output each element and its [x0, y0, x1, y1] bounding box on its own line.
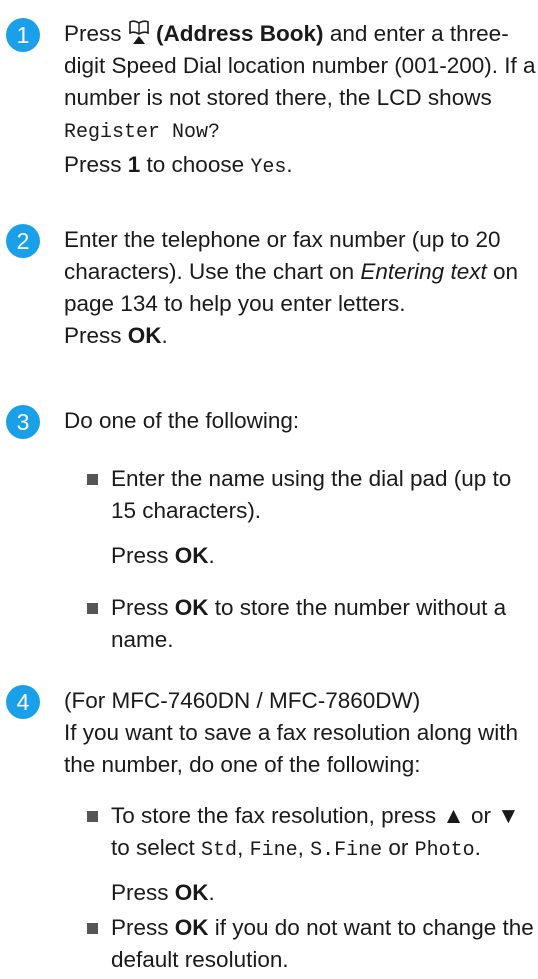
text-press: Press: [111, 880, 175, 905]
text-or: or: [382, 835, 415, 860]
address-book-icon: [128, 20, 149, 44]
text-or: or: [464, 803, 498, 828]
key-ok: OK: [127, 323, 162, 348]
period: .: [208, 543, 215, 568]
step-number-3: 3: [6, 405, 40, 439]
lcd-sfine: S.Fine: [310, 839, 383, 862]
text-to-select: to select: [111, 835, 202, 860]
period: .: [161, 323, 168, 348]
period: .: [286, 152, 293, 177]
bullet-square: [87, 603, 98, 614]
down-arrow-icon: ▼: [497, 803, 520, 828]
comma: ,: [297, 835, 311, 860]
step-3-text: Do one of the following:: [64, 408, 300, 433]
bullet-text: Press OK to store the number without a n…: [111, 592, 538, 656]
period: .: [208, 880, 215, 905]
text-press: Press: [111, 915, 175, 940]
entering-text-reference: Entering text: [360, 259, 487, 284]
step-number-4: 4: [6, 685, 40, 719]
key-ok: OK: [174, 880, 209, 905]
text-press: Press: [64, 21, 128, 46]
bullet-square: [87, 923, 98, 934]
text-press2: Press: [64, 152, 128, 177]
text-to-choose: to choose: [140, 152, 251, 177]
up-arrow-icon: ▲: [442, 803, 465, 828]
step-2-text: Enter the telephone or fax number (up to…: [64, 224, 538, 352]
key-ok: OK: [174, 915, 209, 940]
text-store: To store the fax resolution, press: [111, 803, 443, 828]
step-number-1: 1: [6, 18, 40, 52]
text-press: Press: [111, 543, 175, 568]
lcd-fine: Fine: [249, 839, 298, 862]
bullet-text: To store the fax resolution, press ▲ or …: [111, 800, 538, 867]
step-4-text: (For MFC-7460DN / MFC-7860DW) If you want…: [64, 685, 538, 781]
bullet-press-line: Press OK.: [111, 540, 538, 572]
key-ok: OK: [174, 543, 209, 568]
bullet-text: Enter the name using the dial pad (up to…: [111, 466, 512, 523]
comma: ,: [237, 835, 250, 860]
key-ok: OK: [174, 595, 209, 620]
step-4-desc: If you want to save a fax resolution alo…: [64, 720, 519, 777]
step-1-text: Press (Address Book) and enter a three-d…: [64, 18, 538, 184]
step-number-2: 2: [6, 224, 40, 258]
lcd-register-now: Register Now?: [64, 121, 221, 144]
text-press: Press: [64, 323, 128, 348]
bullet-text: Press OK if you do not want to change th…: [111, 912, 538, 976]
lcd-std: Std: [201, 839, 238, 862]
lcd-photo: Photo: [414, 839, 475, 862]
bullet-square: [87, 474, 98, 485]
bullet-press-line: Press OK.: [111, 877, 538, 909]
lcd-yes: Yes: [250, 156, 287, 179]
address-book-label: (Address Book): [156, 21, 324, 46]
bullet-square: [87, 811, 98, 822]
text-press: Press: [111, 595, 175, 620]
model-note: (For MFC-7460DN / MFC-7860DW): [64, 688, 421, 713]
period: .: [474, 835, 481, 860]
key-1: 1: [127, 152, 141, 177]
